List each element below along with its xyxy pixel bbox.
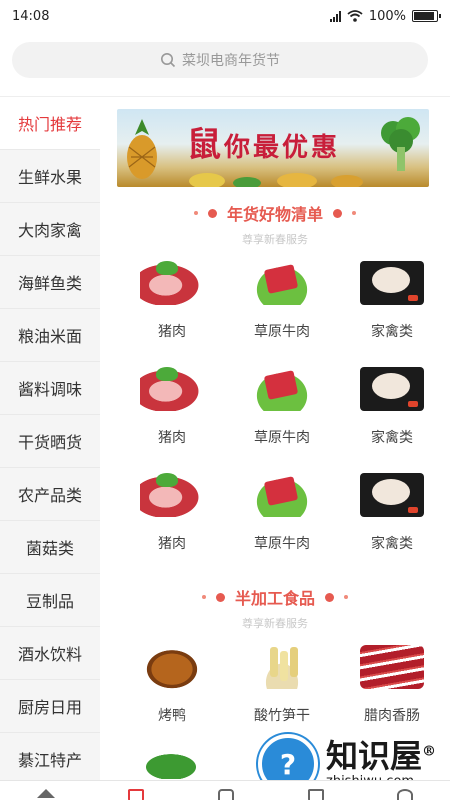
sidebar-item[interactable]: 大肉家禽 [0,203,100,256]
sidebar-item[interactable]: 酱料调味 [0,362,100,415]
product-name: 烤鸭 [158,708,186,724]
product-grid-nianhuo: 猪肉 草原牛肉 家禽类 猪肉 草原牛肉 家禽类 猪肉 草原牛肉 家禽类 [117,253,447,571]
product-item[interactable]: 草原牛肉 [227,359,337,465]
beef-icon [250,473,314,517]
product-item[interactable]: 草原牛肉 [227,465,337,571]
product-name: 猪肉 [158,324,186,340]
pork-icon [140,367,204,411]
product-name: 猪肉 [158,536,186,552]
battery-icon [412,10,441,22]
pineapple-icon [127,119,157,179]
section-title-nianhuo: 年货好物清单 尊享新春服务 [100,201,450,247]
product-item[interactable]: 家禽类 [337,253,447,359]
user-tab-icon[interactable] [397,789,414,800]
status-bar: 14:08 100% [0,0,450,32]
category-sidebar: 热门推荐 生鲜水果 大肉家禽 海鲜鱼类 粮油米面 酱料调味 干货晒货 农产品类 菌菇类 豆制品 酒水… [0,97,100,780]
product-name: 草原牛肉 [254,324,310,340]
pork-icon [140,473,204,517]
banner-title: 鼠你最优惠 [187,125,341,165]
battery-percent: 100% [368,8,406,24]
category-tab-icon[interactable] [128,789,145,800]
bag-tab-icon[interactable] [217,789,234,800]
search-bar[interactable]: 菜坝电商年货节 [12,42,428,78]
sausage-icon [360,645,424,689]
sidebar-item[interactable]: 厨房日用 [0,680,100,733]
sidebar-item[interactable]: 干货晒货 [0,415,100,468]
sidebar-item[interactable]: 热门推荐 [0,97,100,150]
bamboo-icon [250,645,314,689]
product-item[interactable]: 猪肉 [117,253,227,359]
sidebar-item[interactable]: 粮油米面 [0,309,100,362]
sidebar-item[interactable]: 海鲜鱼类 [0,256,100,309]
cellular-signal-icon [329,10,341,22]
sidebar-item[interactable]: 豆制品 [0,574,100,627]
product-name: 家禽类 [371,324,413,340]
sidebar-item[interactable]: 酒水饮料 [0,627,100,680]
product-name: 酸竹笋干 [254,708,310,724]
sidebar-item[interactable]: 綦江特产 [0,733,100,780]
search-icon [161,53,176,68]
pork-icon [140,261,204,305]
product-item[interactable]: 烤鸭 [117,637,227,743]
status-icons: 100% [329,8,441,24]
product-name: 腊肉香肠 [364,708,420,724]
promo-banner[interactable]: 鼠你最优惠 [117,109,429,187]
watermark-cn: 知识屋® [326,736,437,775]
sidebar-item[interactable]: 菌菇类 [0,521,100,574]
poultry-icon [360,367,424,411]
cart-tab-icon[interactable] [307,789,324,800]
broccoli-icon [381,117,420,171]
beef-icon [250,261,314,305]
product-name: 家禽类 [371,430,413,446]
product-item[interactable]: 猪肉 [117,359,227,465]
product-name: 家禽类 [371,536,413,552]
wifi-icon [347,10,363,22]
product-item[interactable]: 猪肉 [117,465,227,571]
status-time: 14:08 [12,8,50,24]
poultry-icon [360,473,424,517]
product-item[interactable]: 家禽类 [337,465,447,571]
product-name: 草原牛肉 [254,430,310,446]
bottom-tab-bar [0,780,450,800]
product-item[interactable]: 家禽类 [337,359,447,465]
home-tab-icon[interactable] [36,789,55,798]
main-content: 鼠你最优惠 年货好物清单 尊享新春服务 猪肉 草原牛肉 家禽类 猪肉 草原牛肉 家禽类 猪肉… [100,97,450,780]
peas-product-image[interactable] [136,749,206,779]
fruit-pile-icon [189,173,363,187]
section-title-banjiagong: 半加工食品 尊享新春服务 [100,585,450,631]
product-name: 草原牛肉 [254,536,310,552]
beef-icon [250,367,314,411]
product-item[interactable]: 草原牛肉 [227,253,337,359]
sidebar-item[interactable]: 生鲜水果 [0,150,100,203]
duck-icon [140,645,204,689]
sidebar-item[interactable]: 农产品类 [0,468,100,521]
search-placeholder: 菜坝电商年货节 [182,53,280,69]
product-name: 猪肉 [158,430,186,446]
poultry-icon [360,261,424,305]
